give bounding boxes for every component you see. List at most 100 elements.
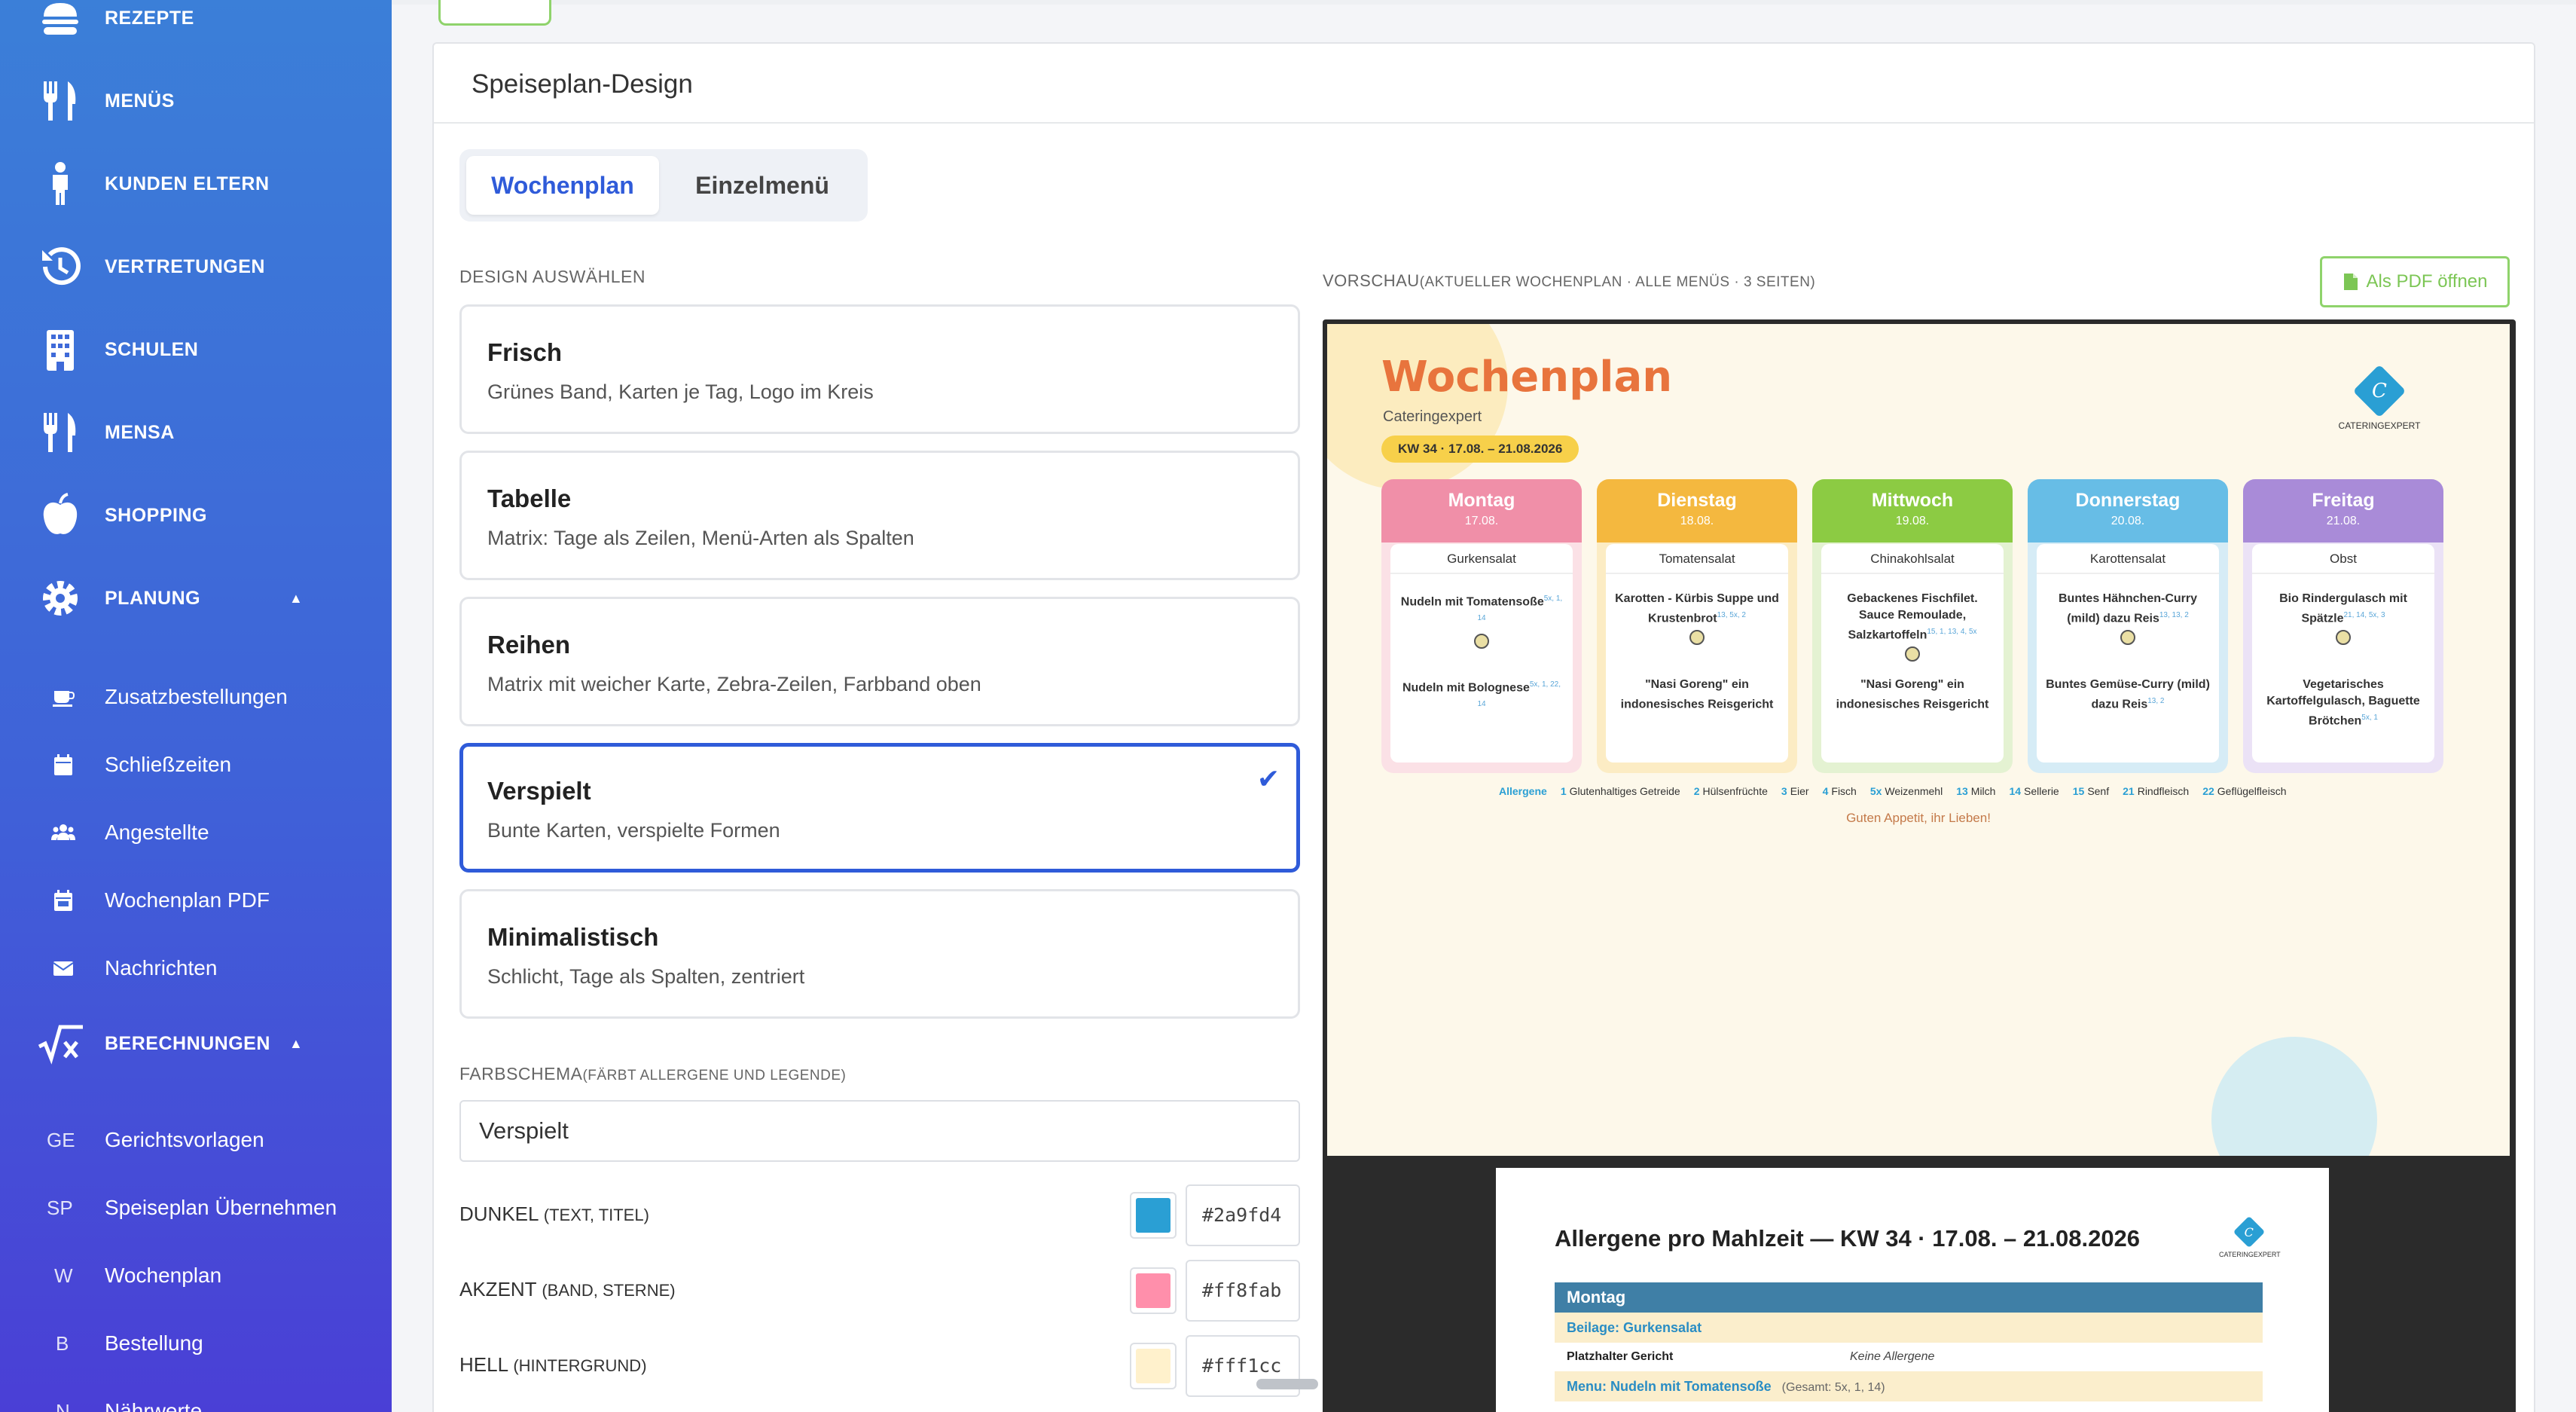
legend-title: Allergene	[1499, 785, 1547, 797]
sidebar-item-schliesszeiten[interactable]: Schließzeiten	[0, 738, 392, 791]
apple-icon	[43, 493, 78, 534]
users-icon	[51, 824, 75, 840]
allergen-row-label: Menu: Nudeln mit Tomatensoße	[1567, 1379, 1772, 1394]
sidebar-item-vertretungen[interactable]: VERTRETUNGEN	[0, 229, 392, 304]
sidebar-item-label: SHOPPING	[105, 504, 207, 526]
legend-item: 21 Rindfleisch	[2123, 785, 2189, 797]
allergen-row-note: Keine Allergene	[1850, 1350, 1935, 1363]
scrollbar-thumb[interactable]	[1256, 1379, 1318, 1389]
sidebar-item-wochenplan[interactable]: W Wochenplan	[0, 1249, 392, 1302]
legend-item: 5x Weizenmehl	[1870, 785, 1943, 797]
sidebar-item-abbr: B	[56, 1331, 69, 1355]
meal-allergens: 13, 13, 2	[2159, 611, 2189, 619]
sidebar-item-schulen[interactable]: SCHULEN	[0, 312, 392, 387]
logo-letter: C	[2244, 1224, 2254, 1239]
meal-1: Gebackenes Fischfilet. Sauce Remoulade, …	[1821, 591, 2004, 667]
side-dish: Chinakohlsalat	[1821, 544, 2004, 574]
legend-code: 4	[1822, 785, 1829, 797]
sidebar-item-menus[interactable]: MENÜS	[0, 63, 392, 139]
sidebar-item-mensa[interactable]: MENSA	[0, 395, 392, 470]
tab-wochenplan[interactable]: Wochenplan	[466, 156, 659, 215]
sidebar-item-label: Nachrichten	[105, 956, 218, 980]
design-option-reihen[interactable]: Reihen Matrix mit weicher Karte, Zebra-Z…	[459, 597, 1300, 726]
sqrt-x-icon	[38, 1025, 83, 1065]
design-option-desc: Matrix mit weicher Karte, Zebra-Zeilen, …	[487, 673, 981, 695]
color-label-text: HELL	[459, 1353, 508, 1376]
legend-code: 14	[2009, 785, 2022, 797]
legend-code: 5x	[1869, 785, 1882, 797]
color-label-text: AKZENT	[459, 1278, 537, 1300]
sidebar-item-planung[interactable]: PLANUNG ▲	[0, 561, 392, 636]
sidebar-item-kunden-eltern[interactable]: KUNDEN ELTERN	[0, 146, 392, 222]
design-option-tabelle[interactable]: Tabelle Matrix: Tage als Zeilen, Menü-Ar…	[459, 451, 1300, 580]
sidebar-item-angestellte[interactable]: Angestellte	[0, 806, 392, 859]
day-body: Obst Bio Rindergulasch mit Spätzle21, 14,…	[2252, 544, 2434, 763]
meal-1: Buntes Hähnchen-Curry (mild) dazu Reis13…	[2037, 591, 2219, 650]
design-option-verspielt[interactable]: Verspielt Bunte Karten, verspielte Forme…	[459, 743, 1300, 873]
sidebar-item-label: Wochenplan PDF	[105, 888, 270, 912]
allergen-row: Menu: Nudeln mit Tomatensoße (Gesamt: 5x,…	[1555, 1371, 2263, 1401]
diet-badge-icon	[2120, 630, 2135, 646]
legend-name: Rindfleisch	[2137, 785, 2190, 797]
color-swatch[interactable]	[1130, 1267, 1177, 1314]
color-swatch[interactable]	[1130, 1192, 1177, 1239]
allergen-legend: Allergene 1 Glutenhaltiges Getreide 2 Hülsen…	[1499, 785, 2300, 797]
side-dish: Obst	[2252, 544, 2434, 574]
sidebar-item-berechnungen[interactable]: BERECHNUNGEN ▲	[0, 1006, 392, 1081]
color-label: HELL (HINTERGRUND)	[459, 1353, 647, 1377]
day-header: Montag 17.08.	[1381, 479, 1582, 542]
calendar-icon	[54, 890, 72, 911]
legend-code: 1	[1560, 785, 1567, 797]
legend-name: Eier	[1790, 785, 1809, 797]
legend-code: 2	[1693, 785, 1700, 797]
color-swatch[interactable]	[1130, 1343, 1177, 1389]
day-name: Freitag	[2312, 490, 2375, 511]
farbschema-select[interactable]: Verspielt	[459, 1100, 1300, 1162]
sidebar-item-label: Speiseplan Übernehmen	[105, 1196, 337, 1219]
sidebar-item-shopping[interactable]: SHOPPING	[0, 478, 392, 553]
sidebar-item-naehrwerte[interactable]: N Nährwerte	[0, 1385, 392, 1412]
design-option-desc: Bunte Karten, verspielte Formen	[487, 819, 780, 842]
legend-code: 15	[2072, 785, 2085, 797]
color-label-text: DUNKEL	[459, 1203, 539, 1225]
sidebar-item-label: MENÜS	[105, 90, 175, 112]
color-label-hint: (HINTERGRUND)	[513, 1356, 647, 1375]
design-section-label: DESIGN AUSWÄHLEN	[459, 267, 646, 286]
color-hex-input[interactable]: #ff8fab	[1186, 1260, 1300, 1322]
sidebar-item-wochenplan-pdf[interactable]: Wochenplan PDF	[0, 874, 392, 927]
day-date: 21.08.	[2326, 515, 2361, 527]
meal-name: Buntes Hähnchen-Curry (mild) dazu Reis	[2058, 592, 2198, 625]
chevron-up-icon: ▲	[289, 590, 303, 606]
day-header: Mittwoch 19.08.	[1812, 479, 2013, 542]
design-option-minimalistisch[interactable]: Minimalistisch Schlicht, Tage als Spalte…	[459, 889, 1300, 1019]
meal-name: Nudeln mit Tomatensoße	[1400, 595, 1544, 609]
design-option-frisch[interactable]: Frisch Grünes Band, Karten je Tag, Logo …	[459, 304, 1300, 434]
sidebar-item-rezepte[interactable]: REZEPTE	[0, 0, 392, 56]
meal-1: Bio Rindergulasch mit Spätzle21, 14, 5x,…	[2252, 591, 2434, 650]
sidebar-item-label: Schließzeiten	[105, 753, 232, 776]
top-tab-stub[interactable]	[438, 0, 551, 26]
legend-name: Milch	[1970, 785, 1996, 797]
meal-name: "Nasi Goreng" ein indonesisches Reisgeri…	[1620, 678, 1774, 711]
meal-allergens: 15, 1, 13, 4, 5x	[1927, 628, 1977, 636]
sidebar-item-gerichtsvorlagen[interactable]: GE Gerichtsvorlagen	[0, 1114, 392, 1166]
meal-2: Vegetarisches Kartoffelgulasch, Baguette…	[2252, 677, 2434, 729]
allergen-row-total: (Gesamt: 5x, 1, 14)	[1781, 1381, 1885, 1394]
design-option-name: Verspielt	[487, 777, 591, 805]
meal-allergens: 21, 14, 5x, 3	[2343, 611, 2385, 619]
color-hex-input[interactable]: #2a9fd4	[1186, 1184, 1300, 1246]
company-logo: C CATERINGEXPERT	[2338, 364, 2421, 431]
sidebar-item-zusatzbestellungen[interactable]: Zusatzbestellungen	[0, 671, 392, 723]
preview-title: Wochenplan	[1381, 353, 1673, 402]
side-dish: Karottensalat	[2037, 544, 2219, 574]
sidebar-item-label: BERECHNUNGEN	[105, 1032, 270, 1054]
sidebar-item-nachrichten[interactable]: Nachrichten	[0, 942, 392, 995]
open-pdf-button[interactable]: Als PDF öffnen	[2320, 256, 2510, 307]
farbschema-label-text: FARBSCHEMA	[459, 1064, 583, 1083]
legend-item: 22 Geflügelfleisch	[2202, 785, 2286, 797]
allergen-row-label: Platzhalter Gericht	[1567, 1350, 1674, 1363]
sidebar-item-speiseplan-uebernehmen[interactable]: SP Speiseplan Übernehmen	[0, 1181, 392, 1234]
sidebar-item-bestellung[interactable]: B Bestellung	[0, 1317, 392, 1370]
tab-einzelmenu[interactable]: Einzelmenü	[666, 156, 859, 215]
sidebar-item-label: Gerichtsvorlagen	[105, 1128, 264, 1151]
